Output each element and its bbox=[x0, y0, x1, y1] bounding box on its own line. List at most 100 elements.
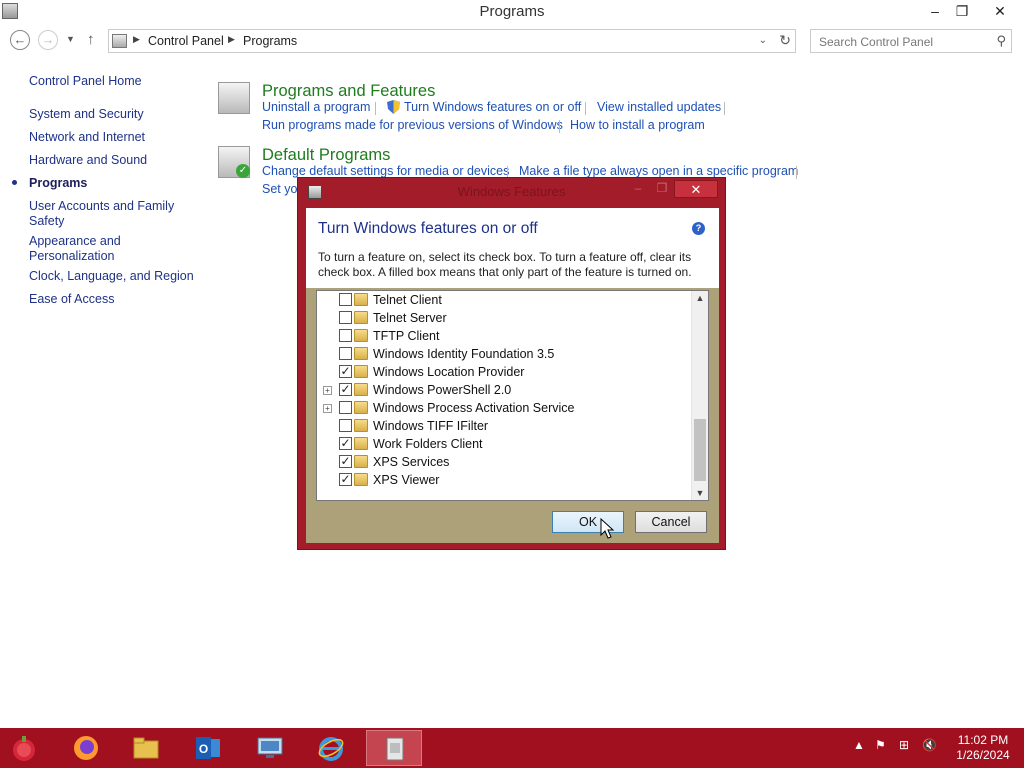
link-separator bbox=[375, 102, 376, 115]
feature-label: Windows Identity Foundation 3.5 bbox=[373, 347, 555, 361]
navigation-bar: ← → ▼ ↑ ▶ Control Panel ▶ Programs ⌄ ↻ S… bbox=[0, 28, 1024, 54]
feature-checkbox[interactable] bbox=[339, 401, 352, 414]
cancel-button[interactable]: Cancel bbox=[635, 511, 707, 533]
clock-date: 1/26/2024 bbox=[956, 748, 1010, 762]
breadcrumb-separator-icon[interactable]: ▶ bbox=[133, 34, 140, 45]
feature-row[interactable]: Telnet Client bbox=[317, 291, 692, 309]
feature-checkbox[interactable] bbox=[339, 347, 352, 360]
nav-programs[interactable]: Programs bbox=[29, 176, 199, 191]
folder-icon bbox=[354, 347, 368, 360]
taskbar-outlook[interactable]: O bbox=[180, 730, 236, 766]
folder-icon bbox=[354, 311, 368, 324]
feature-row[interactable]: + Windows Process Activation Service bbox=[317, 399, 692, 417]
up-arrow-icon[interactable]: ↑ bbox=[87, 31, 95, 48]
taskbar-remote-desktop[interactable] bbox=[242, 730, 298, 766]
start-button[interactable] bbox=[0, 730, 52, 766]
features-list[interactable]: Telnet Client Telnet Server TFTP Client … bbox=[316, 290, 709, 501]
programs-and-features-heading[interactable]: Programs and Features bbox=[262, 82, 435, 101]
search-input[interactable]: Search Control Panel ⚲ bbox=[810, 29, 1012, 53]
dialog-titlebar[interactable]: Windows Features – ❐ ✕ bbox=[298, 178, 725, 204]
features-scrollbar[interactable]: ▲ ▼ bbox=[691, 291, 708, 500]
svg-text:O: O bbox=[199, 742, 208, 756]
nav-hardware-and-sound[interactable]: Hardware and Sound bbox=[29, 153, 199, 168]
volume-muted-icon[interactable]: 🔇 bbox=[922, 738, 937, 752]
feature-checkbox-checked[interactable]: ✓ bbox=[339, 455, 352, 468]
taskbar-firefox[interactable] bbox=[58, 730, 114, 766]
feature-row[interactable]: Windows TIFF IFilter bbox=[317, 417, 692, 435]
view-installed-updates-link[interactable]: View installed updates bbox=[597, 100, 721, 114]
recent-locations-chevron-icon[interactable]: ▼ bbox=[66, 34, 75, 44]
address-dropdown-chevron-icon[interactable]: ⌄ bbox=[759, 35, 767, 46]
back-button[interactable]: ← bbox=[10, 30, 30, 50]
restore-button[interactable]: ❐ bbox=[947, 0, 977, 22]
feature-row[interactable]: ✓ Windows Location Provider bbox=[317, 363, 692, 381]
taskbar-control-panel[interactable] bbox=[366, 730, 422, 766]
help-icon[interactable]: ? bbox=[692, 222, 705, 235]
feature-checkbox[interactable] bbox=[339, 419, 352, 432]
scroll-down-arrow-icon[interactable]: ▼ bbox=[692, 486, 708, 500]
scroll-up-arrow-icon[interactable]: ▲ bbox=[692, 291, 708, 305]
feature-row[interactable]: ✓ XPS Viewer bbox=[317, 471, 692, 489]
feature-row[interactable]: Windows Identity Foundation 3.5 bbox=[317, 345, 692, 363]
link-separator bbox=[724, 102, 725, 115]
minimize-button[interactable]: – bbox=[920, 0, 950, 22]
address-bar[interactable]: ▶ Control Panel ▶ Programs ⌄ ↻ bbox=[108, 29, 796, 53]
feature-checkbox[interactable] bbox=[339, 293, 352, 306]
feature-row[interactable]: TFTP Client bbox=[317, 327, 692, 345]
dialog-minimize-button: – bbox=[634, 181, 642, 195]
action-center-icon[interactable]: ⚑ bbox=[875, 738, 886, 752]
folder-icon bbox=[354, 419, 368, 432]
feature-checkbox-checked[interactable]: ✓ bbox=[339, 383, 352, 396]
dialog-body: Turn Windows features on or off ? To tur… bbox=[306, 208, 719, 543]
dialog-close-button[interactable]: ✕ bbox=[674, 180, 718, 198]
feature-row[interactable]: ✓ XPS Services bbox=[317, 453, 692, 471]
breadcrumb-separator-icon[interactable]: ▶ bbox=[228, 34, 235, 45]
feature-label: Windows TIFF IFilter bbox=[373, 419, 489, 433]
feature-checkbox[interactable] bbox=[339, 329, 352, 342]
window-title: Programs bbox=[479, 3, 545, 20]
forward-button[interactable]: → bbox=[38, 30, 58, 50]
control-panel-icon bbox=[386, 737, 404, 761]
refresh-icon[interactable]: ↻ bbox=[779, 32, 791, 49]
feature-row[interactable]: Telnet Server bbox=[317, 309, 692, 327]
breadcrumb-control-panel[interactable]: Control Panel bbox=[148, 34, 224, 48]
nav-network-and-internet[interactable]: Network and Internet bbox=[29, 130, 199, 145]
nav-control-panel-home[interactable]: Control Panel Home bbox=[29, 74, 199, 89]
nav-ease-of-access[interactable]: Ease of Access bbox=[29, 292, 199, 307]
link-separator bbox=[559, 120, 560, 133]
how-to-install-link[interactable]: How to install a program bbox=[570, 118, 705, 132]
folder-icon bbox=[133, 737, 159, 759]
feature-checkbox-checked[interactable]: ✓ bbox=[339, 473, 352, 486]
nav-appearance[interactable]: Appearance and Personalization bbox=[29, 234, 139, 264]
mouse-cursor-icon bbox=[600, 518, 615, 539]
change-default-media-link[interactable]: Change default settings for media or dev… bbox=[262, 164, 509, 178]
expand-plus-icon[interactable]: + bbox=[323, 386, 332, 395]
feature-checkbox-checked[interactable]: ✓ bbox=[339, 437, 352, 450]
default-programs-heading[interactable]: Default Programs bbox=[262, 146, 390, 165]
file-type-open-link[interactable]: Make a file type always open in a specif… bbox=[519, 164, 798, 178]
feature-checkbox-checked[interactable]: ✓ bbox=[339, 365, 352, 378]
close-button[interactable]: ✕ bbox=[985, 0, 1015, 22]
scrollbar-thumb[interactable] bbox=[694, 419, 706, 481]
turn-windows-features-link[interactable]: Turn Windows features on or off bbox=[404, 100, 581, 114]
expand-plus-icon[interactable]: + bbox=[323, 404, 332, 413]
feature-label: Windows Location Provider bbox=[373, 365, 525, 379]
show-hidden-icons-icon[interactable]: ▲ bbox=[853, 738, 865, 752]
feature-row[interactable]: + ✓ Windows PowerShell 2.0 bbox=[317, 381, 692, 399]
system-clock[interactable]: 11:02 PM 1/26/2024 bbox=[950, 733, 1016, 763]
programs-and-features-icon bbox=[218, 82, 250, 114]
nav-clock-language-region[interactable]: Clock, Language, and Region bbox=[29, 269, 199, 284]
feature-label: XPS Viewer bbox=[373, 473, 440, 487]
nav-user-accounts[interactable]: User Accounts and Family Safety bbox=[29, 199, 179, 229]
folder-icon bbox=[354, 455, 368, 468]
nav-system-and-security[interactable]: System and Security bbox=[29, 107, 199, 122]
search-icon[interactable]: ⚲ bbox=[996, 33, 1006, 49]
feature-checkbox[interactable] bbox=[339, 311, 352, 324]
network-icon[interactable]: ⊞ bbox=[899, 738, 909, 752]
feature-row[interactable]: ✓ Work Folders Client bbox=[317, 435, 692, 453]
run-previous-versions-link[interactable]: Run programs made for previous versions … bbox=[262, 118, 563, 132]
uninstall-program-link[interactable]: Uninstall a program bbox=[262, 100, 370, 114]
taskbar-file-explorer[interactable] bbox=[118, 730, 174, 766]
taskbar-internet-explorer[interactable] bbox=[303, 730, 359, 766]
breadcrumb-programs[interactable]: Programs bbox=[243, 34, 297, 48]
